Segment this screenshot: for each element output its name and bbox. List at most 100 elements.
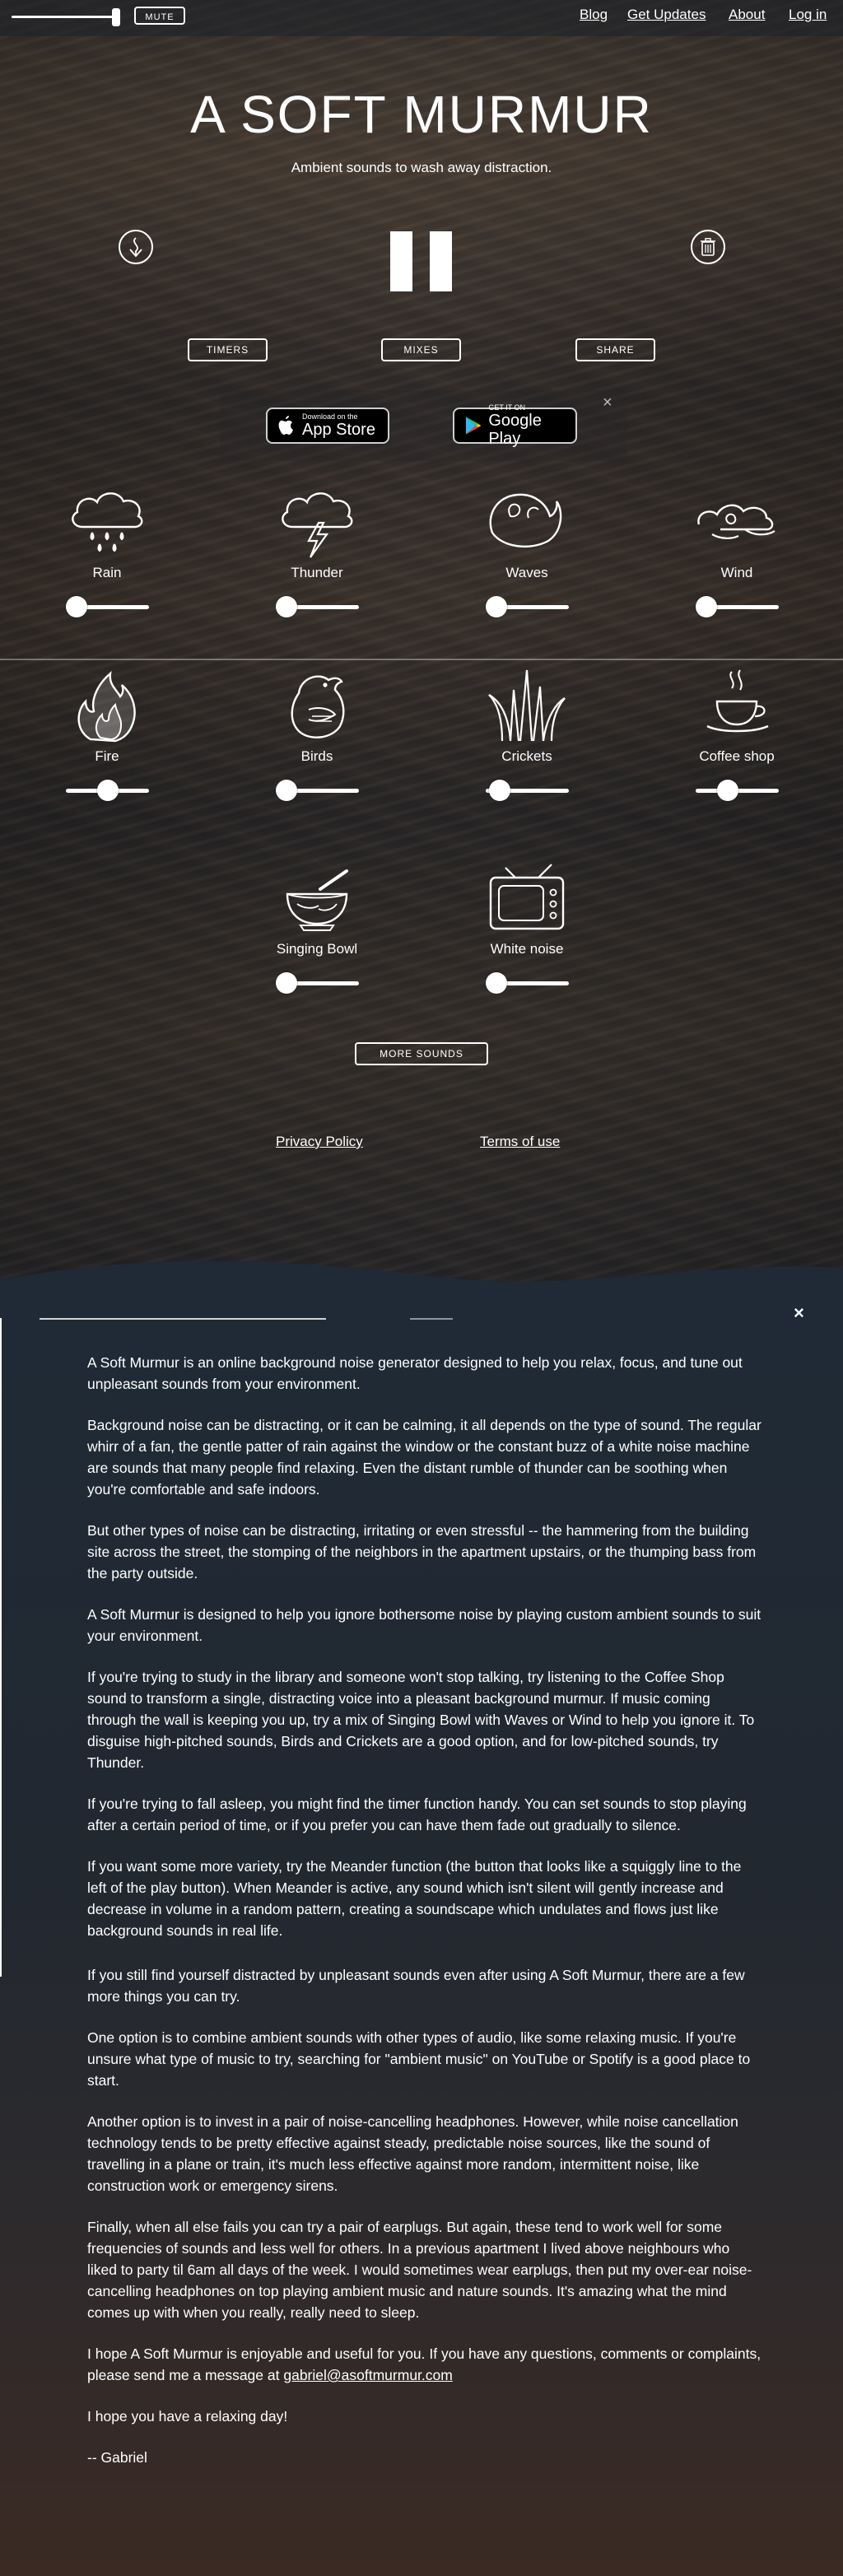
tv-icon [489,864,565,930]
sound-crickets: Crickets [449,665,605,801]
sound-singing-bowl: Singing Bowl [239,858,395,994]
sound-waves: Waves [449,482,605,617]
close-article-button[interactable]: × [794,1302,804,1324]
sound-label: Birds [300,748,333,764]
google-play-button[interactable]: GET IT ON Google Play [453,403,577,448]
slider-handle[interactable] [65,596,87,617]
sound-label: Rain [92,565,122,580]
mixes-button[interactable]: MIXES [381,338,461,361]
slider-handle[interactable] [275,596,297,617]
article-paragraph: If you're trying to fall asleep, you mig… [87,1796,747,1833]
pause-button[interactable] [390,231,412,291]
contact-email-link[interactable]: gabriel@asoftmurmur.com [283,2367,452,2383]
nav-get-updates-link[interactable]: Get Updates [627,7,706,23]
grass-icon [488,669,566,742]
master-volume-slider[interactable] [12,16,117,18]
sound-row-divider [0,659,843,660]
panel-rule [410,1318,453,1320]
crickets-volume-slider[interactable] [485,780,569,801]
apple-icon [278,416,293,435]
thunder-cloud-icon [282,492,353,558]
coffee-cup-icon [706,669,769,733]
page-subtitle: Ambient sounds to wash away distraction. [291,160,552,175]
rain-cloud-icon [72,492,143,552]
more-sounds-button[interactable]: MORE SOUNDS [355,1042,488,1065]
sound-label: White noise [490,941,564,957]
meander-icon [129,237,142,258]
master-volume-handle[interactable] [112,8,120,26]
app-store-big-text: App Store [302,421,375,439]
google-play-icon [465,417,482,435]
slider-handle[interactable] [695,596,717,617]
sound-label: Fire [95,748,119,764]
wind-icon [697,504,775,539]
singing-bowl-icon [286,869,348,931]
fire-volume-slider[interactable] [65,780,149,801]
article-paragraph: A Soft Murmur is an online background no… [87,1354,743,1392]
white-noise-volume-slider[interactable] [485,972,569,994]
page-title: A SOFT MURMUR [190,85,653,144]
article-paragraph: But other types of noise can be distract… [87,1522,757,1581]
waves-volume-slider[interactable] [485,596,569,617]
sound-birds: Birds [239,665,395,801]
article-paragraph: If you're trying to study in the library… [87,1669,755,1771]
fire-icon [77,671,136,743]
timers-button[interactable]: TIMERS [188,338,268,361]
sound-label: Singing Bowl [276,941,358,957]
clear-sounds-button[interactable] [691,230,725,264]
closing-line: I hope you have a relaxing day! [87,2408,288,2425]
article-paragraph: If you want some more variety, try the M… [87,1858,742,1939]
nav-blog-link[interactable]: Blog [580,7,608,23]
rain-volume-slider[interactable] [65,596,149,617]
singing-bowl-volume-slider[interactable] [275,972,359,994]
about-article: A Soft Murmur is an online background no… [87,1352,762,2488]
thunder-volume-slider[interactable] [275,596,359,617]
store-banner-close-button[interactable]: × [603,394,612,412]
coffee-shop-volume-slider[interactable] [695,780,779,801]
slider-handle[interactable] [485,972,507,994]
sound-rain: Rain [29,482,185,617]
contact-paragraph: I hope A Soft Murmur is enjoyable and us… [87,2343,762,2386]
sound-white-noise: White noise [449,858,605,994]
slider-handle[interactable] [96,780,119,801]
google-play-big-text: Google Play [488,412,542,448]
slider-handle[interactable] [488,780,510,801]
nav-about-link[interactable]: About [729,7,765,23]
slider-handle[interactable] [485,596,507,617]
trash-icon [701,238,715,256]
slider-handle[interactable] [275,780,297,801]
waves-icon [489,493,562,547]
mute-button[interactable]: MUTE [134,7,185,25]
panel-rule [40,1318,326,1320]
sound-label: Waves [505,565,548,580]
article-paragraph: One option is to combine ambient sounds … [87,2029,751,2089]
sound-label: Coffee shop [699,748,775,764]
article-paragraph: Finally, when all else fails you can try… [87,2219,752,2321]
google-play-small-text: GET IT ON [488,403,526,412]
slider-handle[interactable] [275,972,297,994]
sound-thunder: Thunder [239,482,395,617]
privacy-policy-link[interactable]: Privacy Policy [276,1134,363,1150]
meander-button[interactable] [119,230,153,264]
sound-label: Crickets [501,748,552,764]
terms-of-use-link[interactable]: Terms of use [480,1134,560,1150]
slider-handle[interactable] [716,780,738,801]
sound-label: Wind [720,565,753,580]
birds-volume-slider[interactable] [275,780,359,801]
signature: -- Gabriel [87,2449,147,2466]
sound-label: Thunder [291,565,343,580]
share-button[interactable]: SHARE [575,338,655,361]
top-bar: MUTE Blog Get Updates About Log in [0,0,843,36]
article-paragraph: If you still find yourself distracted by… [87,1967,745,2005]
sound-wind: Wind [659,482,815,617]
app-store-button[interactable]: Download on the App Store [266,408,389,444]
bird-icon [291,675,345,738]
article-paragraph: Background noise can be distracting, or … [87,1417,761,1498]
panel-edge [0,1318,2,1977]
app-store-small-text: Download on the [302,412,358,421]
pause-icon[interactable] [430,231,452,291]
article-paragraph: A Soft Murmur is designed to help you ig… [87,1606,761,1644]
article-paragraph: Another option is to invest in a pair of… [87,2113,738,2194]
wind-volume-slider[interactable] [695,596,779,617]
nav-login-link[interactable]: Log in [789,7,827,23]
